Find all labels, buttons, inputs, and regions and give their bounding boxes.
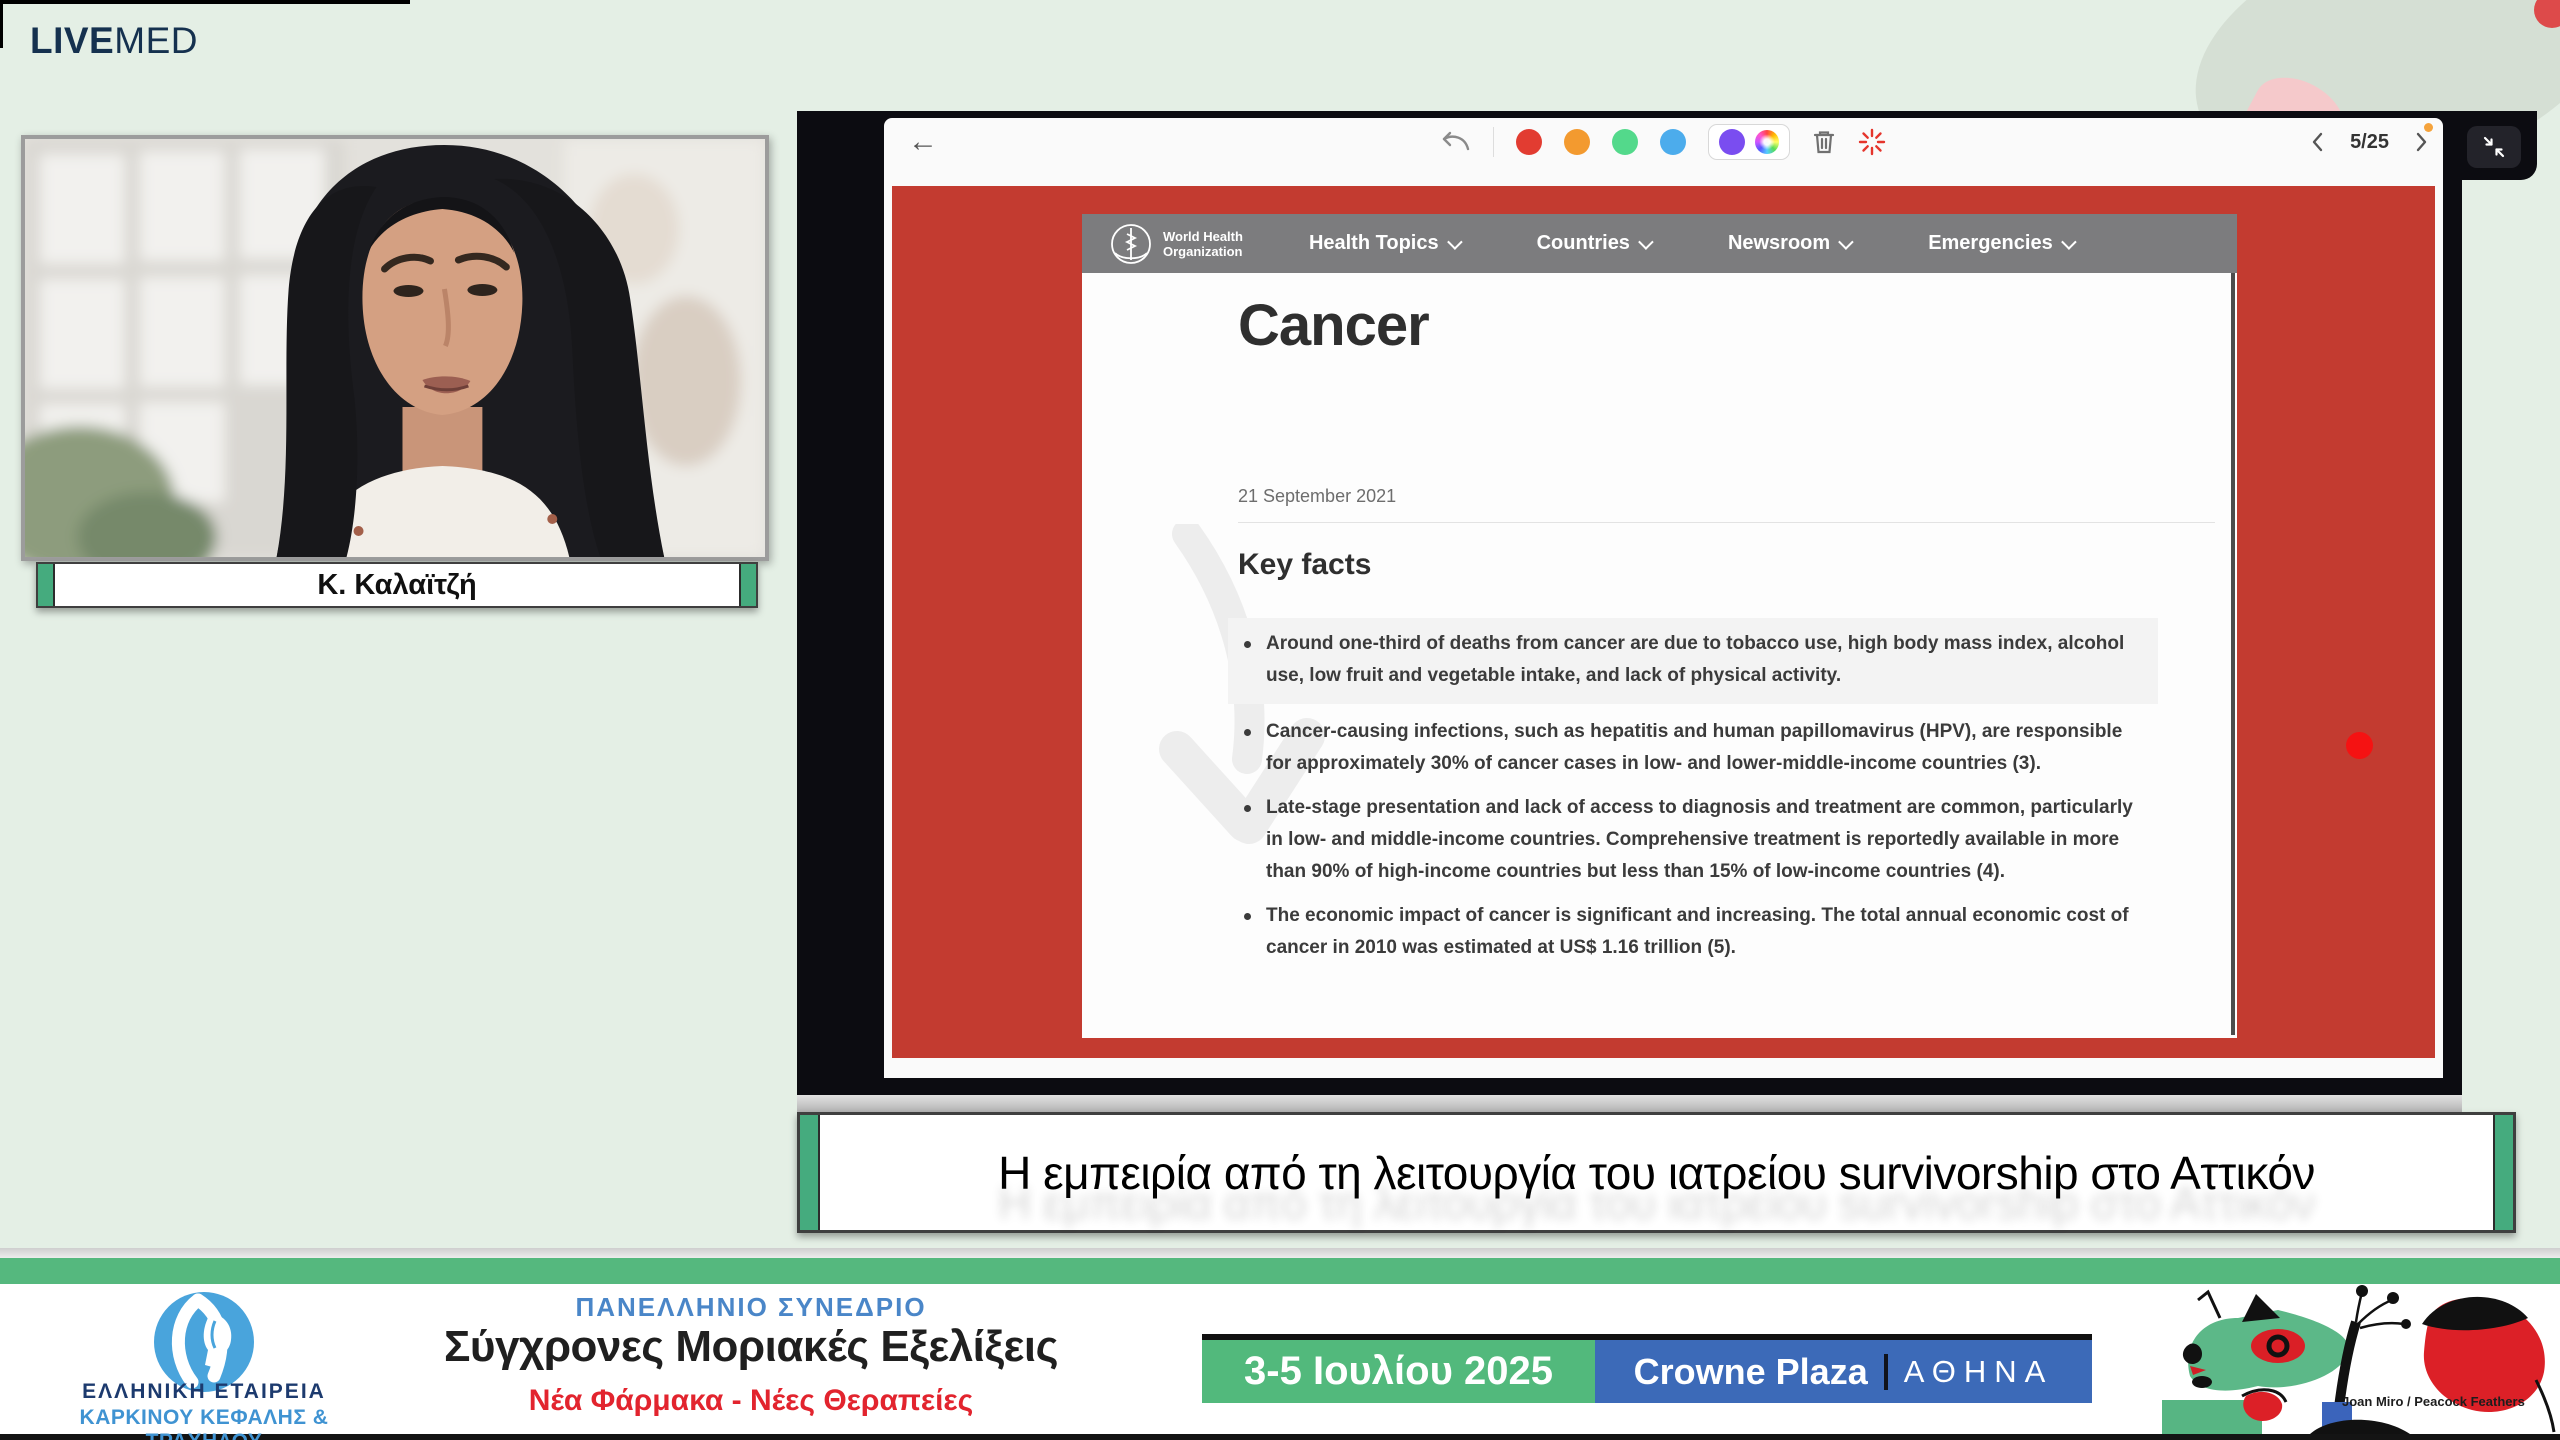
who-nav-health-topics: Health Topics xyxy=(1309,232,1459,255)
name-plate-left-cap xyxy=(38,564,55,606)
lecture-title: Η εμπειρία από τη λειτουργία του ιατρείο… xyxy=(820,1115,2493,1230)
undo-icon[interactable] xyxy=(1441,130,1471,154)
congress-subtitle: Νέα Φάρμακα - Νέες Θεραπείες xyxy=(405,1384,1097,1418)
key-facts-list: Around one-third of deaths from cancer a… xyxy=(1228,618,2158,976)
congress-kicker: ΠΑΝΕΛΛΗΝΙΟ ΣΥΝΕΔΡΙΟ xyxy=(405,1292,1097,1323)
lecture-title-bar: Η εμπειρία από τη λειτουργία του ιατρείο… xyxy=(797,1112,2516,1233)
laser-pointer-dot xyxy=(2346,732,2373,759)
previous-slide-icon[interactable] xyxy=(2310,131,2324,153)
notification-dot xyxy=(2424,123,2433,132)
speaker-name: Κ. Καλαϊτζή xyxy=(55,564,739,606)
collapse-arrows-icon xyxy=(2481,134,2507,160)
key-facts-heading: Key facts xyxy=(1238,548,1371,582)
pen-color-blue[interactable] xyxy=(1660,129,1686,155)
footer-green-bar xyxy=(0,1258,2560,1284)
who-emblem-icon xyxy=(1108,221,1154,267)
speaker-video xyxy=(21,135,769,561)
artwork-caption: Joan Miro / Peacock Feathers xyxy=(2342,1394,2525,1409)
slide-pager: 5/25 xyxy=(2310,118,2429,166)
pen-color-purple[interactable] xyxy=(1719,129,1745,155)
chevron-down-icon xyxy=(2061,234,2077,250)
who-nav-countries: Countries xyxy=(1537,232,1650,255)
page: LIVEMED xyxy=(0,0,2560,1440)
presentation-area: ← xyxy=(797,111,2462,1095)
trash-icon[interactable] xyxy=(1812,129,1836,155)
title-bar-left-cap xyxy=(800,1115,820,1230)
venue-city: ΑΘΗΝΑ xyxy=(1904,1354,2054,1390)
who-logo: World Health Organization xyxy=(1108,221,1243,267)
fact-item: Around one-third of deaths from cancer a… xyxy=(1228,618,2158,704)
speaker-video-frame xyxy=(25,139,765,557)
footer-top-shadow xyxy=(0,1248,2560,1258)
chevron-down-icon xyxy=(1838,234,1854,250)
livemed-logo: LIVEMED xyxy=(30,20,198,62)
congress-dates: 3-5 Ιουλίου 2025 xyxy=(1202,1340,1595,1403)
divider xyxy=(1238,522,2215,523)
venue-separator xyxy=(1884,1354,1888,1390)
pen-color-green[interactable] xyxy=(1612,129,1638,155)
toolbar-divider xyxy=(1493,127,1494,157)
pen-color-picker[interactable] xyxy=(1755,130,1779,154)
selected-pen-group xyxy=(1708,124,1790,160)
who-nav-newsroom: Newsroom xyxy=(1728,232,1850,255)
next-slide-icon[interactable] xyxy=(2415,131,2429,153)
title-bar-right-cap xyxy=(2493,1115,2513,1230)
article-date: 21 September 2021 xyxy=(1238,486,1396,507)
name-plate-right-cap xyxy=(739,564,756,606)
chevron-down-icon xyxy=(1447,234,1463,250)
congress-title: Σύγχρονες Μοριακές Εξελίξεις xyxy=(405,1322,1097,1372)
venue-box: Crowne Plaza ΑΘΗΝΑ xyxy=(1595,1340,2092,1403)
video-edge-artifact-left xyxy=(0,0,3,48)
livemed-logo-bold: LIVE xyxy=(30,20,114,61)
fullscreen-button-area xyxy=(2443,111,2537,180)
who-nav-list: Health Topics Countries Newsroom Emergen… xyxy=(1309,232,2073,255)
exit-fullscreen-button[interactable] xyxy=(2467,126,2521,168)
fact-item: Cancer-causing infections, such as hepat… xyxy=(1228,716,2158,780)
pen-color-orange[interactable] xyxy=(1564,129,1590,155)
miro-artwork xyxy=(2160,1284,2560,1434)
who-logo-text: World Health Organization xyxy=(1163,229,1243,259)
society-logo xyxy=(152,1290,256,1394)
video-edge-artifact-top xyxy=(0,0,410,4)
page-indicator: 5/25 xyxy=(2350,131,2389,154)
venue-name: Crowne Plaza xyxy=(1634,1351,1868,1393)
pen-color-red[interactable] xyxy=(1516,129,1542,155)
society-name-line2: ΚΑΡΚΙΝΟΥ ΚΕΦΑΛΗΣ & ΤΡΑΧΗΛΟΥ xyxy=(24,1406,384,1440)
article-title: Cancer xyxy=(1238,292,1429,359)
slide-background: World Health Organization Health Topics … xyxy=(892,186,2435,1058)
who-webpage-screenshot: World Health Organization Health Topics … xyxy=(1082,214,2237,1038)
who-navbar: World Health Organization Health Topics … xyxy=(1082,214,2237,273)
society-name-line1: ΕΛΛΗΝΙΚΗ ΕΤΑΙΡΕΙΑ xyxy=(24,1380,384,1404)
livemed-logo-light: MED xyxy=(114,20,198,61)
fact-item: The economic impact of cancer is signifi… xyxy=(1228,900,2158,964)
chevron-down-icon xyxy=(1638,234,1654,250)
slide-viewer-window: ← xyxy=(884,118,2443,1078)
viewer-bottom-edge xyxy=(797,1095,2462,1112)
page-scrollbar xyxy=(2231,273,2235,1035)
annotation-tools xyxy=(884,118,2443,166)
footer-bottom-line xyxy=(0,1434,2560,1440)
viewer-toolbar: ← xyxy=(884,118,2443,166)
laser-pointer-icon[interactable] xyxy=(1858,128,1886,156)
speaker-name-plate: Κ. Καλαϊτζή xyxy=(36,562,758,608)
who-nav-emergencies: Emergencies xyxy=(1928,232,2073,255)
fact-item: Late-stage presentation and lack of acce… xyxy=(1228,792,2158,888)
